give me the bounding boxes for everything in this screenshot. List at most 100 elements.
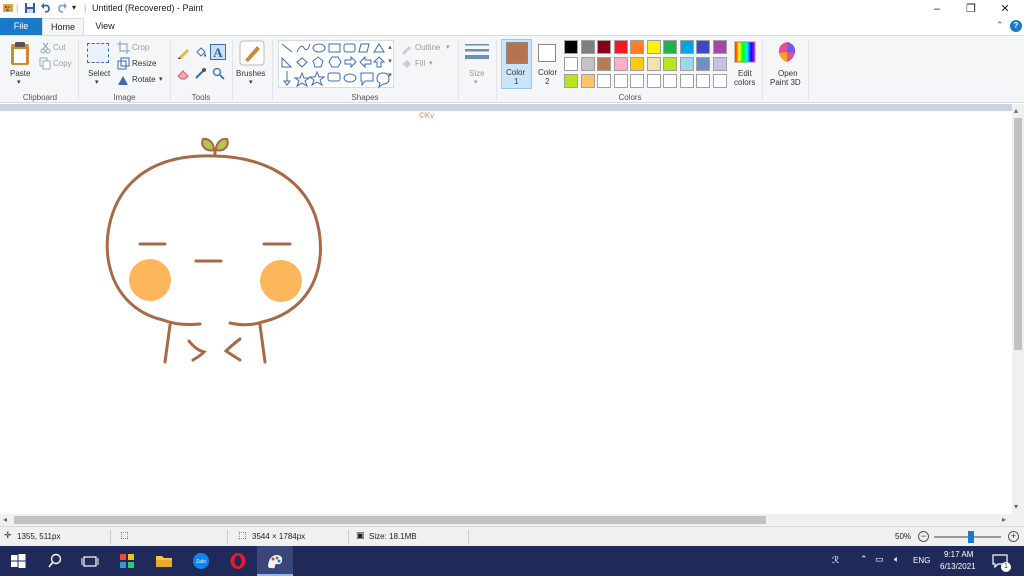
palette-swatch[interactable]	[696, 57, 710, 71]
zoom-out-button[interactable]: −	[918, 531, 929, 542]
fill-label[interactable]: Fill	[415, 59, 425, 68]
resize-label[interactable]: Resize	[132, 59, 156, 68]
palette-swatch[interactable]	[580, 57, 595, 71]
customize-quick-access-icon[interactable]: ▾	[72, 3, 76, 12]
palette-swatch[interactable]	[646, 74, 661, 88]
crop-label[interactable]: Crop	[132, 43, 149, 52]
rotate-icon[interactable]	[117, 73, 130, 86]
file-explorer-icon[interactable]	[155, 552, 173, 570]
palette-swatch[interactable]	[564, 57, 578, 71]
palette-swatch[interactable]	[564, 40, 578, 54]
tab-file[interactable]: File	[0, 18, 42, 35]
palette-swatch[interactable]	[712, 40, 727, 54]
brushes-dropdown-icon[interactable]: ▾	[249, 78, 253, 86]
paint-taskbar-button[interactable]	[257, 546, 293, 576]
help-icon[interactable]: ?	[1010, 20, 1022, 32]
palette-swatch[interactable]	[679, 40, 694, 54]
palette-swatch[interactable]	[712, 74, 727, 88]
palette-swatch[interactable]	[597, 74, 611, 88]
eraser-icon[interactable]	[177, 67, 190, 80]
fill-with-color-icon[interactable]	[194, 46, 207, 59]
color2-label[interactable]: Color	[538, 68, 557, 77]
fill-dropdown-icon[interactable]: ▾	[429, 59, 433, 67]
tab-home[interactable]: Home	[42, 18, 84, 35]
paint3d-icon[interactable]	[776, 40, 798, 64]
palette-swatch[interactable]	[613, 74, 628, 88]
crop-icon[interactable]	[117, 41, 130, 54]
clock-time[interactable]: 9:17 AM	[944, 550, 973, 559]
clock-date[interactable]: 6/13/2021	[940, 562, 976, 571]
palette-swatch[interactable]	[696, 40, 710, 54]
palette-swatch[interactable]	[679, 74, 694, 88]
drawing-canvas[interactable]: ©Kv	[0, 111, 1012, 514]
fill-icon[interactable]	[400, 58, 413, 71]
magnifier-icon[interactable]	[212, 67, 225, 80]
copy-icon[interactable]	[39, 57, 52, 70]
select-dropdown-icon[interactable]: ▾	[95, 78, 99, 86]
outline-dropdown-icon[interactable]: ▾	[446, 43, 450, 51]
palette-swatch[interactable]	[646, 40, 661, 54]
tab-view[interactable]: View	[84, 18, 126, 35]
horizontal-scrollbar[interactable]: ◂ ▸	[0, 514, 1012, 526]
save-icon[interactable]	[24, 2, 36, 14]
cut-label[interactable]: Cut	[53, 43, 65, 52]
undo-icon[interactable]	[40, 2, 52, 14]
outline-icon[interactable]	[400, 42, 413, 55]
scroll-down-icon[interactable]: ▾	[1014, 502, 1018, 511]
cut-icon[interactable]	[39, 41, 52, 54]
vertical-scroll-thumb[interactable]	[1014, 118, 1022, 350]
palette-swatch[interactable]	[597, 57, 611, 71]
scroll-left-icon[interactable]: ◂	[3, 515, 7, 524]
palette-swatch[interactable]	[663, 40, 677, 54]
input-language[interactable]: ENG	[913, 556, 930, 565]
size-label[interactable]: Size	[469, 69, 485, 78]
close-button[interactable]: ✕	[988, 0, 1022, 18]
select-label[interactable]: Select	[88, 69, 110, 78]
minimize-button[interactable]: –	[920, 0, 954, 18]
size-dropdown-icon[interactable]: ▾	[474, 78, 478, 86]
opera-browser-icon[interactable]	[229, 552, 247, 570]
paste-icon[interactable]	[9, 41, 31, 67]
palette-swatch[interactable]	[613, 57, 628, 71]
palette-swatch[interactable]	[580, 74, 595, 88]
palette-swatch[interactable]	[630, 40, 644, 54]
open-paint3d-label-2[interactable]: Paint 3D	[770, 78, 801, 87]
rotate-dropdown-icon[interactable]: ▾	[159, 75, 163, 83]
scroll-up-icon[interactable]: ▴	[1014, 106, 1018, 115]
edit-colors-label-1[interactable]: Edit	[738, 69, 752, 78]
color-picker-icon[interactable]	[194, 67, 207, 80]
restore-button[interactable]: ❐	[954, 0, 988, 18]
task-view-icon[interactable]	[81, 552, 99, 570]
store-app-icon[interactable]	[118, 552, 136, 570]
edit-colors-label-2[interactable]: colors	[734, 78, 755, 87]
vertical-scrollbar[interactable]: ▴ ▾	[1012, 104, 1024, 514]
color2-swatch[interactable]	[538, 44, 556, 62]
palette-swatch[interactable]	[580, 40, 595, 54]
palette-swatch[interactable]	[630, 57, 644, 71]
volume-icon[interactable]: 🔈︎	[894, 554, 899, 565]
zoom-in-button[interactable]: +	[1008, 531, 1019, 542]
paste-label[interactable]: Paste	[10, 69, 30, 78]
people-icon[interactable]: ℛ	[832, 555, 839, 566]
show-hidden-icons-icon[interactable]: ⌃	[860, 554, 868, 565]
pencil-icon[interactable]	[177, 46, 190, 59]
palette-swatch[interactable]	[696, 74, 710, 88]
paste-dropdown-icon[interactable]: ▾	[17, 78, 21, 86]
text-tool-icon[interactable]: A	[210, 44, 226, 60]
color2-number[interactable]: 2	[545, 77, 549, 86]
collapse-ribbon-icon[interactable]: ⌃	[996, 20, 1004, 31]
palette-swatch[interactable]	[613, 40, 628, 54]
palette-swatch[interactable]	[646, 57, 661, 71]
redo-icon[interactable]	[56, 2, 68, 14]
resize-icon[interactable]	[117, 57, 130, 70]
horizontal-scroll-thumb[interactable]	[14, 516, 766, 524]
brushes-label[interactable]: Brushes	[236, 69, 265, 78]
shapes-gallery[interactable]	[278, 40, 394, 89]
outline-label[interactable]: Outline	[415, 43, 440, 52]
palette-swatch[interactable]	[663, 74, 677, 88]
palette-swatch[interactable]	[712, 57, 727, 71]
rotate-label[interactable]: Rotate	[132, 75, 156, 84]
palette-swatch[interactable]	[597, 40, 611, 54]
zalo-app-icon[interactable]: Zalo	[192, 552, 210, 570]
edit-colors-icon[interactable]	[734, 41, 756, 63]
